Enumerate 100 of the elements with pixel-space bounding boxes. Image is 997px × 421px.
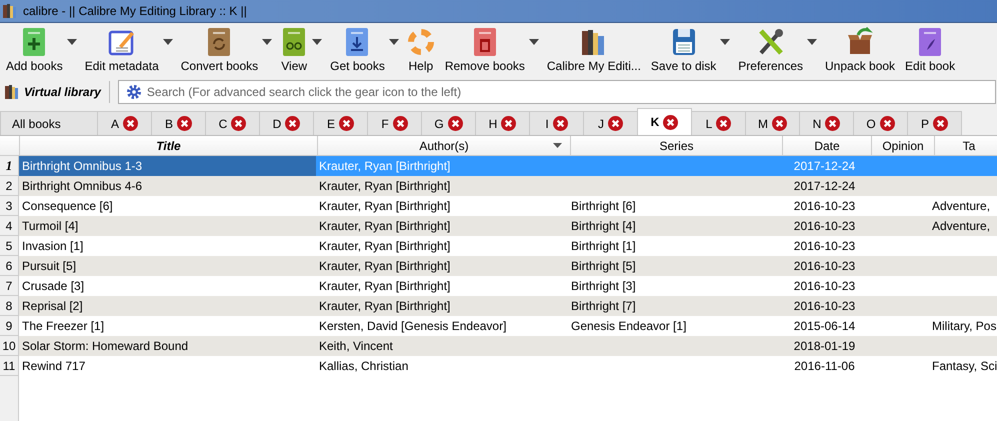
table-row[interactable]: 3 Consequence [6] Krauter, Ryan [Birthright] Birthright [6] 2016-10-23 Adventure, [0, 196, 997, 216]
wrench-screwdriver-icon [756, 27, 785, 57]
tab[interactable]: L [691, 111, 746, 135]
lifebuoy-icon [406, 27, 435, 57]
toolbar-button[interactable]: View [278, 27, 310, 73]
tab[interactable]: D [259, 111, 314, 135]
search-field[interactable]: Search (For advanced search click the gear icon to the left) [118, 80, 996, 104]
table-cell: 2016-10-23 [794, 279, 856, 293]
table-cell: 2018-01-19 [794, 339, 856, 353]
toolbar-button[interactable]: Convert books [178, 27, 260, 73]
close-icon[interactable] [501, 116, 516, 131]
table-row[interactable]: 6 Pursuit [5] Krauter, Ryan [Birthright] Birthright [5] 2016-10-23 [0, 256, 997, 276]
tab[interactable]: K [637, 108, 692, 135]
close-icon[interactable] [231, 116, 246, 131]
tab[interactable]: H [475, 111, 530, 135]
table-row[interactable]: 11 Rewind 717 Kallias, Christian 2016-11-06 Fantasy, Sci [0, 356, 997, 376]
table-cell: 2015-06-14 [794, 319, 856, 333]
table-cell: Krauter, Ryan [Birthright] [319, 299, 450, 313]
dropdown-arrow-icon[interactable] [720, 39, 730, 45]
tab[interactable]: O [853, 111, 908, 135]
toolbar-button[interactable]: Remove books [442, 27, 527, 73]
close-icon[interactable] [339, 116, 354, 131]
tab[interactable]: J [583, 111, 638, 135]
table-cell: Solar Storm: Homeward Bound [22, 339, 188, 353]
virtual-library-button[interactable]: Virtual library [4, 84, 101, 100]
column-header[interactable]: Ta [935, 136, 997, 155]
close-icon[interactable] [392, 116, 408, 131]
toolbar-button[interactable]: Edit metadata [82, 27, 161, 73]
table-cell: Turmoil [4] [22, 219, 78, 233]
toolbar-button[interactable]: Help [404, 27, 437, 73]
toolbar-button[interactable]: Unpack book [823, 27, 898, 73]
tab[interactable]: E [313, 111, 368, 135]
tab[interactable]: A [97, 111, 152, 135]
toolbar-button[interactable]: Preferences [736, 27, 805, 73]
tab[interactable]: C [205, 111, 260, 135]
dropdown-arrow-icon[interactable] [162, 39, 173, 45]
tab[interactable]: F [367, 111, 422, 135]
row-number: 5 [0, 236, 19, 256]
tab[interactable]: I [529, 111, 584, 135]
close-icon[interactable] [880, 116, 895, 131]
column-header[interactable]: Series [571, 136, 783, 155]
close-icon[interactable] [608, 116, 623, 131]
tab[interactable]: M [745, 111, 800, 135]
column-header[interactable]: Author(s) [318, 136, 571, 155]
table-row[interactable]: 10 Solar Storm: Homeward Bound Keith, Vincent 2018-01-19 [0, 336, 997, 356]
tab[interactable]: B [151, 111, 206, 135]
close-icon[interactable] [123, 116, 138, 131]
table-cell: 2016-11-06 [794, 359, 855, 373]
close-icon[interactable] [177, 116, 192, 131]
dropdown-arrow-icon[interactable] [262, 39, 272, 45]
close-icon[interactable] [933, 116, 948, 131]
table-row[interactable]: 1 Birthright Omnibus 1-3 Krauter, Ryan [Birthright] 2017-12-24 [0, 156, 997, 176]
table-cell: Birthright Omnibus 1-3 [22, 159, 142, 173]
table-cell: Rewind 717 [22, 359, 86, 373]
table-cell: Keith, Vincent [319, 339, 393, 353]
row-number: 10 [0, 336, 19, 356]
tab[interactable]: G [421, 111, 476, 135]
table-row[interactable]: 8 Reprisal [2] Krauter, Ryan [Birthright] Birthright [7] 2016-10-23 [0, 296, 997, 316]
toolbar-button[interactable]: Calibre My Editi... [544, 27, 643, 73]
table-cell: Genesis Endeavor [1] [571, 319, 686, 333]
table-cell: Krauter, Ryan [Birthright] [319, 279, 450, 293]
open-box-icon [846, 27, 874, 57]
dropdown-arrow-icon[interactable] [807, 39, 817, 45]
close-icon[interactable] [663, 114, 678, 130]
table-row[interactable]: 9 The Freezer [1] Kersten, David [Genesis Endeavor] Genesis Endeavor [1] 2015-06-14 Military, Pos [0, 316, 997, 336]
dropdown-arrow-icon[interactable] [388, 39, 399, 45]
column-header[interactable]: Opinion [872, 136, 935, 155]
close-icon[interactable] [552, 116, 568, 131]
close-icon[interactable] [285, 116, 300, 131]
tab[interactable]: N [799, 111, 854, 135]
table-cell: Adventure, [932, 219, 990, 233]
table-cell: Kallias, Christian [319, 359, 408, 373]
close-icon[interactable] [716, 116, 732, 131]
table-cell: Fantasy, Sci [932, 359, 997, 373]
close-icon[interactable] [825, 116, 840, 131]
table-cell: Invasion [1] [22, 239, 84, 253]
toolbar-button[interactable]: Add books [4, 27, 65, 73]
table-row[interactable]: 4 Turmoil [4] Krauter, Ryan [Birthright] Birthright [4] 2016-10-23 Adventure, [0, 216, 997, 236]
table-row[interactable]: 7 Crusade [3] Krauter, Ryan [Birthright] Birthright [3] 2016-10-23 [0, 276, 997, 296]
column-header[interactable]: Title [20, 136, 318, 155]
dropdown-arrow-icon[interactable] [66, 39, 77, 45]
settings-icon[interactable] [126, 84, 142, 100]
toolbar-button[interactable]: Edit book [903, 27, 958, 73]
table-cell: 2016-10-23 [794, 239, 856, 253]
row-number: 6 [0, 256, 19, 276]
close-icon[interactable] [448, 116, 463, 131]
column-header[interactable]: Date [783, 136, 872, 155]
table-cell: 2016-10-23 [794, 199, 856, 213]
close-icon[interactable] [772, 116, 787, 131]
table-row[interactable]: 2 Birthright Omnibus 4-6 Krauter, Ryan [Birthright] 2017-12-24 [0, 176, 997, 196]
dropdown-arrow-icon[interactable] [528, 39, 539, 45]
toolbar-button[interactable]: Save to disk [648, 27, 718, 73]
toolbar-button[interactable]: Get books [328, 27, 387, 73]
tab[interactable]: All books [0, 111, 98, 135]
table-cell: Birthright [1] [571, 239, 636, 253]
dropdown-arrow-icon[interactable] [312, 39, 322, 45]
row-number: 11 [0, 356, 19, 376]
tab[interactable]: P [907, 111, 962, 135]
table-cell: Krauter, Ryan [Birthright] [319, 179, 450, 193]
table-row[interactable]: 5 Invasion [1] Krauter, Ryan [Birthright] Birthright [1] 2016-10-23 [0, 236, 997, 256]
